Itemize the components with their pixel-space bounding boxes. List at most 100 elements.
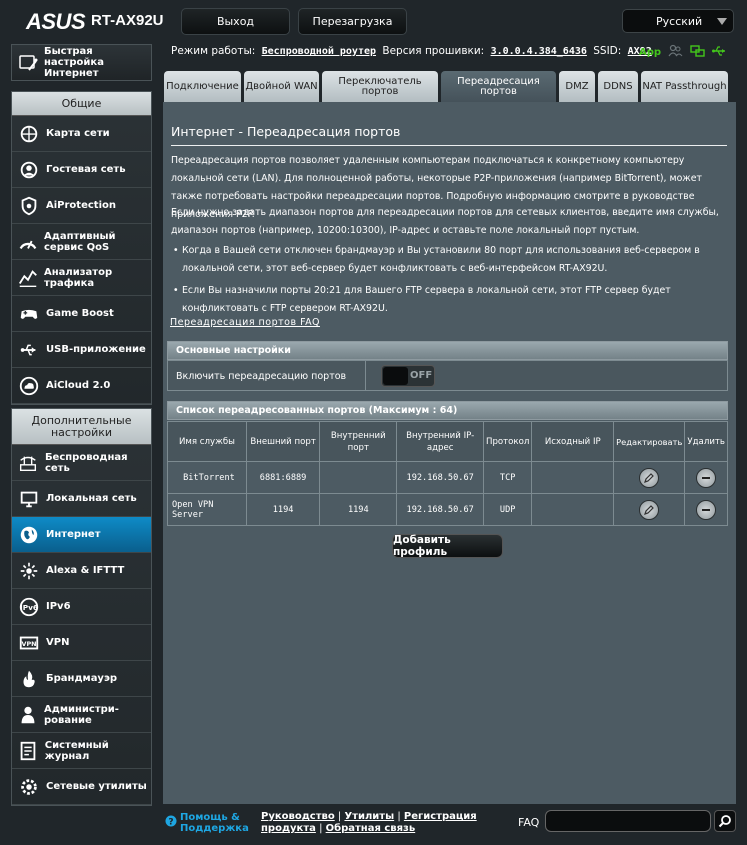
mode-label: Режим работы: — [171, 45, 256, 57]
sidebar-item-label: AiCloud 2.0 — [46, 380, 111, 391]
wireless-icon — [17, 451, 40, 475]
sidebar-item[interactable]: Сетевые утилиты — [12, 769, 151, 805]
clients-icon[interactable] — [668, 44, 683, 58]
vpn-icon: VPN — [17, 631, 41, 655]
mode-value[interactable]: Беспроводной роутер — [262, 46, 376, 57]
sidebar-item[interactable]: Game Boost — [12, 296, 151, 332]
tab-ddns[interactable]: DDNS — [598, 71, 638, 102]
source-ip — [531, 493, 615, 526]
traffic-analyzer-icon — [17, 266, 39, 290]
sidebar-item-label: Системный журнал — [44, 739, 109, 762]
sidebar-item-label: Game Boost — [46, 308, 114, 319]
source-ip — [531, 461, 615, 494]
edit-cell — [613, 461, 686, 494]
sidebar-item-label: Адаптивный сервис QoS — [44, 230, 116, 253]
registration-link[interactable]: Регистрация — [404, 811, 477, 822]
sidebar-item-label: Брандмауэр — [46, 673, 118, 684]
separator: | — [397, 811, 401, 822]
logout-button[interactable]: Выход — [181, 8, 290, 35]
title-divider — [171, 145, 727, 146]
wizard-icon — [17, 51, 39, 75]
faq-search-input[interactable] — [545, 810, 711, 832]
port-forwarding-toggle[interactable]: OFF — [381, 365, 435, 387]
sidebar-item[interactable]: Системный журнал — [12, 733, 151, 769]
reboot-button[interactable]: Перезагрузка — [298, 8, 407, 35]
sidebar-item[interactable]: USB-приложение — [12, 332, 151, 368]
language-value: Русский — [656, 14, 703, 28]
sidebar-item[interactable]: Гостевая сеть — [12, 152, 151, 188]
manual-link[interactable]: Руководство — [261, 811, 335, 822]
col-edit: Редактировать — [613, 421, 686, 462]
port-forwarding-faq-link[interactable]: Переадресация портов FAQ — [170, 317, 320, 328]
sidebar-item[interactable]: Адаптивный сервис QoS — [12, 224, 151, 260]
aiprotection-icon — [17, 194, 41, 218]
sidebar-item-label: Администри-рование — [44, 703, 119, 726]
page-title: Интернет - Переадресация портов — [171, 124, 401, 139]
sidebar-item-label: IPv6 — [46, 601, 71, 612]
usb-status-icon[interactable] — [712, 44, 727, 58]
internal-ip: 192.168.50.67 — [396, 461, 484, 494]
external-port: 6881:6889 — [245, 461, 321, 494]
edit-button[interactable] — [639, 499, 660, 520]
network-status-icon[interactable] — [690, 44, 705, 58]
tab-port-switch[interactable]: Переключатель портов — [322, 71, 438, 102]
network-tools-icon — [17, 775, 41, 799]
sidebar-item[interactable]: Беспроводная сеть — [12, 445, 151, 481]
sidebar-item[interactable]: AiCloud 2.0 — [12, 368, 151, 404]
col-service-name: Имя службы — [167, 421, 247, 462]
firewall-icon — [17, 667, 41, 691]
globe-icon — [17, 523, 41, 547]
tab-dmz[interactable]: DMZ — [559, 71, 595, 102]
sidebar-item[interactable]: Интернет — [12, 517, 151, 553]
tab-dual-wan[interactable]: Двойной WAN — [244, 71, 319, 102]
sidebar-item[interactable]: IPv6 IPv6 — [12, 589, 151, 625]
delete-button[interactable] — [696, 499, 717, 520]
search-button[interactable] — [714, 810, 736, 832]
sidebar-item[interactable]: VPN VPN — [12, 625, 151, 661]
sidebar-item[interactable]: Alexa & IFTTT — [12, 553, 151, 589]
protocol: TCP — [482, 461, 533, 494]
sidebar-advanced-header: Дополнительные настройки — [12, 409, 151, 445]
external-port: 1194 — [245, 493, 321, 526]
note-bullet-2: Если Вы назначили порты 20:21 для Вашего… — [173, 282, 725, 318]
internal-port — [319, 461, 398, 494]
sidebar-item[interactable]: Локальная сеть — [12, 481, 151, 517]
sidebar-item[interactable]: Анализатор трафика — [12, 260, 151, 296]
registration-link-2[interactable]: продукта — [261, 823, 316, 834]
sidebar-advanced: Дополнительные настройки Беспроводная се… — [11, 408, 152, 806]
tab-connection[interactable]: Подключение — [164, 71, 241, 102]
administration-icon — [17, 703, 39, 727]
sidebar-item[interactable]: AiProtection — [12, 188, 151, 224]
delete-button[interactable] — [696, 467, 717, 488]
guest-network-icon — [17, 158, 41, 182]
sidebar-item-label: Интернет — [46, 529, 101, 540]
sidebar-item-label: Анализатор трафика — [44, 266, 113, 289]
utilities-link[interactable]: Утилиты — [344, 811, 394, 822]
help-icon[interactable]: ? — [165, 815, 177, 827]
app-link[interactable]: App — [639, 47, 661, 58]
firmware-value[interactable]: 3.0.0.4.384_6436 — [491, 46, 587, 57]
ipv6-icon: IPv6 — [17, 595, 41, 619]
help-support-link[interactable]: Помощь & Поддержка — [180, 812, 249, 834]
table-header-row: Имя службы Внешний порт Внутренний порт … — [167, 421, 728, 462]
col-source-ip: Исходный IP — [531, 421, 615, 462]
sidebar-item-label: Alexa & IFTTT — [46, 565, 125, 576]
separator: | — [337, 811, 342, 822]
add-profile-button[interactable]: Добавить профиль — [392, 534, 503, 558]
edit-button[interactable] — [639, 467, 660, 488]
quick-setup-button[interactable]: Быстрая настройка Интернет — [11, 44, 152, 81]
qos-icon — [17, 230, 39, 254]
sidebar-item[interactable]: Брандмауэр — [12, 661, 151, 697]
protocol: UDP — [482, 493, 533, 526]
language-select[interactable]: Русский — [622, 9, 734, 33]
sidebar-item[interactable]: Администри-рование — [12, 697, 151, 733]
feedback-link[interactable]: Обратная связь — [326, 823, 416, 834]
service-name: BitTorrent — [167, 461, 247, 494]
toggle-state: OFF — [410, 370, 433, 381]
tab-port-forwarding[interactable]: Переадресация портов — [441, 71, 556, 102]
asus-logo: ASUS — [26, 9, 86, 34]
col-internal-port: Внутренний порт — [319, 421, 398, 462]
sidebar-item[interactable]: Карта сети — [12, 116, 151, 152]
tab-nat-passthrough[interactable]: NAT Passthrough — [641, 71, 728, 102]
footer-links: Руководство | Утилиты | Регистрация прод… — [261, 811, 477, 835]
